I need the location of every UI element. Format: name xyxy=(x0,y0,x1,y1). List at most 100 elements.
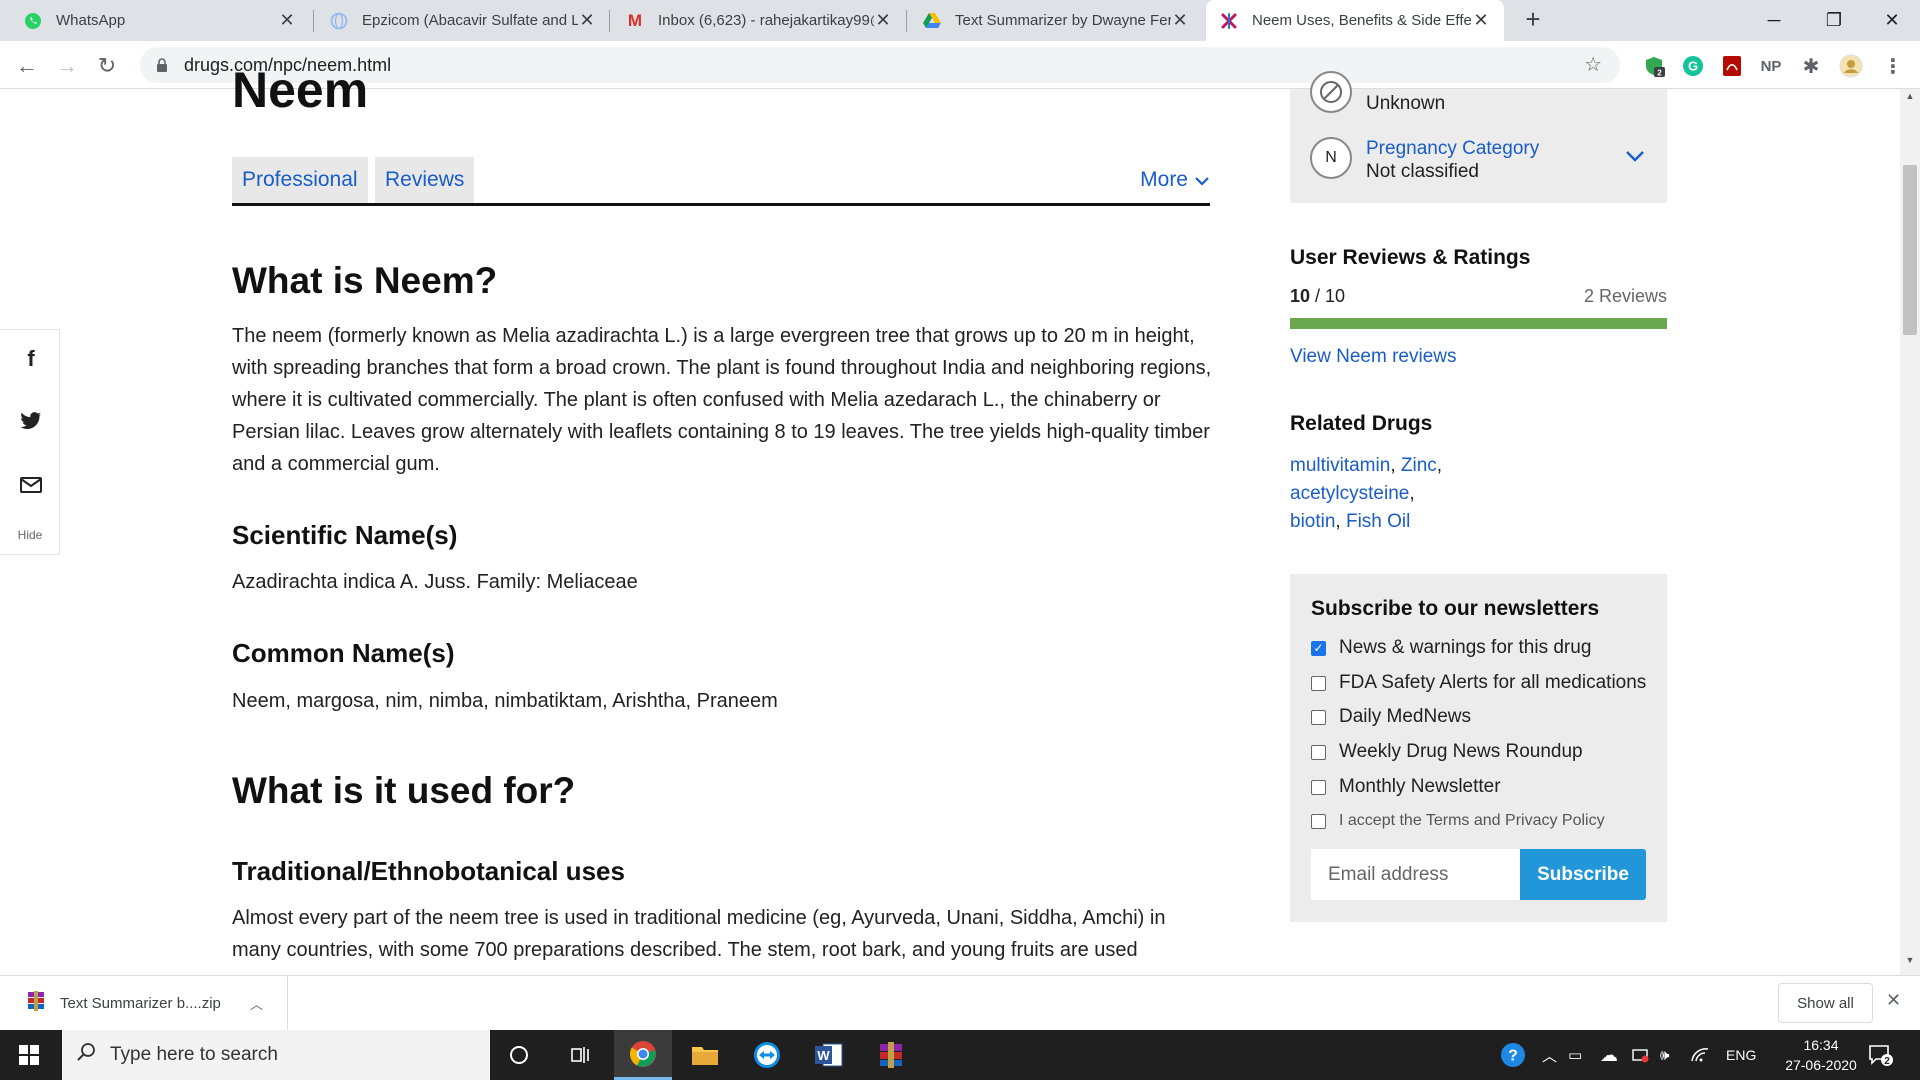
newsletter-heading: Subscribe to our newsletters xyxy=(1311,597,1600,620)
task-view-icon[interactable] xyxy=(552,1030,610,1080)
help-icon[interactable]: ? xyxy=(1500,1030,1526,1080)
checkbox-checked[interactable]: ✓ xyxy=(1311,640,1326,656)
newsletter-option[interactable]: ✓ News & warnings for this drug xyxy=(1311,637,1591,659)
related-drug-link[interactable]: Fish Oil xyxy=(1346,511,1410,532)
tab-whatsapp[interactable]: WhatsApp ✕ xyxy=(10,0,310,41)
chevron-up-icon[interactable]: ︿ xyxy=(250,994,263,1013)
winrar-taskbar-icon[interactable] xyxy=(862,1030,920,1080)
twitter-icon[interactable] xyxy=(18,408,44,434)
download-item[interactable]: Text Summarizer b....zip ︿ xyxy=(0,976,288,1031)
share-sidebar: f Hide xyxy=(0,329,60,555)
volume-icon[interactable]: 🕪 xyxy=(1660,1030,1669,1080)
uses-heading: What is it used for? xyxy=(232,770,576,811)
prohibited-icon xyxy=(1310,71,1352,113)
forward-icon[interactable]: → xyxy=(50,49,84,83)
search-placeholder: Type here to search xyxy=(110,1044,278,1065)
email-input[interactable]: Email address xyxy=(1311,849,1520,900)
onedrive-icon[interactable]: ☁ xyxy=(1600,1030,1618,1080)
view-reviews-link[interactable]: View Neem reviews xyxy=(1290,346,1456,368)
notifications-icon[interactable]: 2 xyxy=(1868,1030,1894,1080)
close-window-icon[interactable]: ✕ xyxy=(1862,0,1920,41)
related-drug-link[interactable]: biotin xyxy=(1290,511,1335,532)
newsletter-option[interactable]: Weekly Drug News Roundup xyxy=(1311,741,1583,763)
newsletter-option[interactable]: Monthly Newsletter xyxy=(1311,776,1501,798)
close-tab-icon[interactable]: ✕ xyxy=(1472,10,1490,31)
close-tab-icon[interactable]: ✕ xyxy=(278,10,296,31)
tab-separator xyxy=(609,10,610,32)
close-shelf-icon[interactable]: ✕ xyxy=(1886,990,1901,1011)
close-tab-icon[interactable]: ✕ xyxy=(1171,10,1189,31)
newsletter-option[interactable]: Daily MedNews xyxy=(1311,706,1471,728)
pregnancy-category-link[interactable]: Pregnancy Category xyxy=(1366,138,1539,160)
rating-value: 10 xyxy=(1290,286,1311,306)
tab-gmail[interactable]: M Inbox (6,623) - rahejakartikay99@ ✕ xyxy=(612,0,906,41)
taskbar-search[interactable]: Type here to search xyxy=(62,1030,490,1080)
scroll-down-icon[interactable]: ▼ xyxy=(1900,955,1920,971)
file-explorer-icon[interactable] xyxy=(676,1030,734,1080)
word-icon[interactable]: W xyxy=(800,1030,858,1080)
bookmark-star-icon[interactable]: ☆ xyxy=(1584,52,1602,77)
language-indicator[interactable]: ENG xyxy=(1726,1030,1756,1080)
search-icon xyxy=(76,1042,96,1068)
checkbox[interactable] xyxy=(1311,744,1326,760)
reload-icon[interactable]: ↻ xyxy=(90,49,124,83)
pdf-extension-icon[interactable] xyxy=(1719,53,1745,79)
minimize-icon[interactable]: ─ xyxy=(1744,0,1804,41)
facebook-icon[interactable]: f xyxy=(18,346,44,372)
related-drugs-heading: Related Drugs xyxy=(1290,412,1433,435)
pregnancy-badge: N xyxy=(1310,137,1352,179)
battery-icon[interactable]: ▭ xyxy=(1568,1030,1582,1080)
wifi-icon[interactable] xyxy=(1690,1030,1710,1080)
new-tab-icon[interactable]: + xyxy=(1519,6,1547,34)
shield-extension-icon[interactable]: 2 xyxy=(1641,53,1667,79)
related-drug-link[interactable]: Zinc xyxy=(1401,455,1437,476)
tab-text-summarizer[interactable]: Text Summarizer by Dwayne Ferm ✕ xyxy=(909,0,1203,41)
chevron-down-icon[interactable] xyxy=(1625,149,1645,167)
close-tab-icon[interactable]: ✕ xyxy=(578,10,596,31)
np-extension-icon[interactable]: NP xyxy=(1758,53,1784,79)
extension-badge: 2 xyxy=(1657,69,1662,78)
newsletter-option-label: Weekly Drug News Roundup xyxy=(1339,741,1583,762)
gmail-icon: M xyxy=(627,10,643,30)
windows-start-icon[interactable] xyxy=(0,1030,58,1080)
clock-time: 16:34 xyxy=(1803,1037,1839,1053)
chrome-taskbar-icon[interactable] xyxy=(614,1030,672,1080)
checkbox[interactable] xyxy=(1311,813,1326,829)
related-drug-link[interactable]: multivitamin xyxy=(1290,455,1390,476)
tab-strip: WhatsApp ✕ Epzicom (Abacavir Sulfate and… xyxy=(0,0,1920,41)
show-all-button[interactable]: Show all xyxy=(1778,983,1873,1023)
scientific-name-text: Azadirachta indica A. Juss. Family: Meli… xyxy=(232,571,638,593)
tab-professional[interactable]: Professional xyxy=(232,157,368,203)
newsletter-option[interactable]: FDA Safety Alerts for all medications xyxy=(1311,672,1646,694)
content-tabs: Professional Reviews More xyxy=(232,157,1210,206)
clock-date: 27-06-2020 xyxy=(1785,1057,1857,1073)
terms-option[interactable]: I accept the Terms and Privacy Policy xyxy=(1311,812,1605,830)
checkbox[interactable] xyxy=(1311,709,1326,725)
antivirus-icon[interactable] xyxy=(1632,1030,1650,1080)
related-drug-link[interactable]: acetylcysteine xyxy=(1290,483,1409,504)
checkbox[interactable] xyxy=(1311,779,1326,795)
restore-icon[interactable]: ❐ xyxy=(1804,0,1864,41)
email-share-icon[interactable] xyxy=(18,472,44,498)
hide-share-link[interactable]: Hide xyxy=(0,528,60,542)
checkbox[interactable] xyxy=(1311,675,1326,691)
scroll-up-icon[interactable]: ▲ xyxy=(1900,91,1920,107)
teamviewer-icon[interactable] xyxy=(738,1030,796,1080)
cortana-icon[interactable] xyxy=(490,1030,548,1080)
subscribe-button[interactable]: Subscribe xyxy=(1520,849,1646,900)
close-tab-icon[interactable]: ✕ xyxy=(874,10,892,31)
avatar[interactable] xyxy=(1838,53,1864,79)
more-dropdown[interactable]: More xyxy=(1140,157,1210,203)
newsletter-option-label: News & warnings for this drug xyxy=(1339,637,1592,658)
clock[interactable]: 16:34 27-06-2020 xyxy=(1776,1030,1866,1080)
tab-epzicom[interactable]: Epzicom (Abacavir Sulfate and La ✕ xyxy=(316,0,610,41)
back-icon[interactable]: ← xyxy=(10,49,44,83)
browser-menu-icon[interactable]: ⋮ xyxy=(1880,53,1906,79)
tab-reviews[interactable]: Reviews xyxy=(375,157,475,203)
tray-chevron-up-icon[interactable]: ︿ xyxy=(1542,1030,1557,1080)
tab-neem-active[interactable]: Neem Uses, Benefits & Side Effec ✕ xyxy=(1206,0,1504,41)
scrollbar-thumb[interactable] xyxy=(1903,165,1917,335)
more-label: More xyxy=(1140,168,1188,191)
extensions-puzzle-icon[interactable]: ✱ xyxy=(1798,53,1824,79)
grammarly-icon[interactable]: G xyxy=(1680,53,1706,79)
